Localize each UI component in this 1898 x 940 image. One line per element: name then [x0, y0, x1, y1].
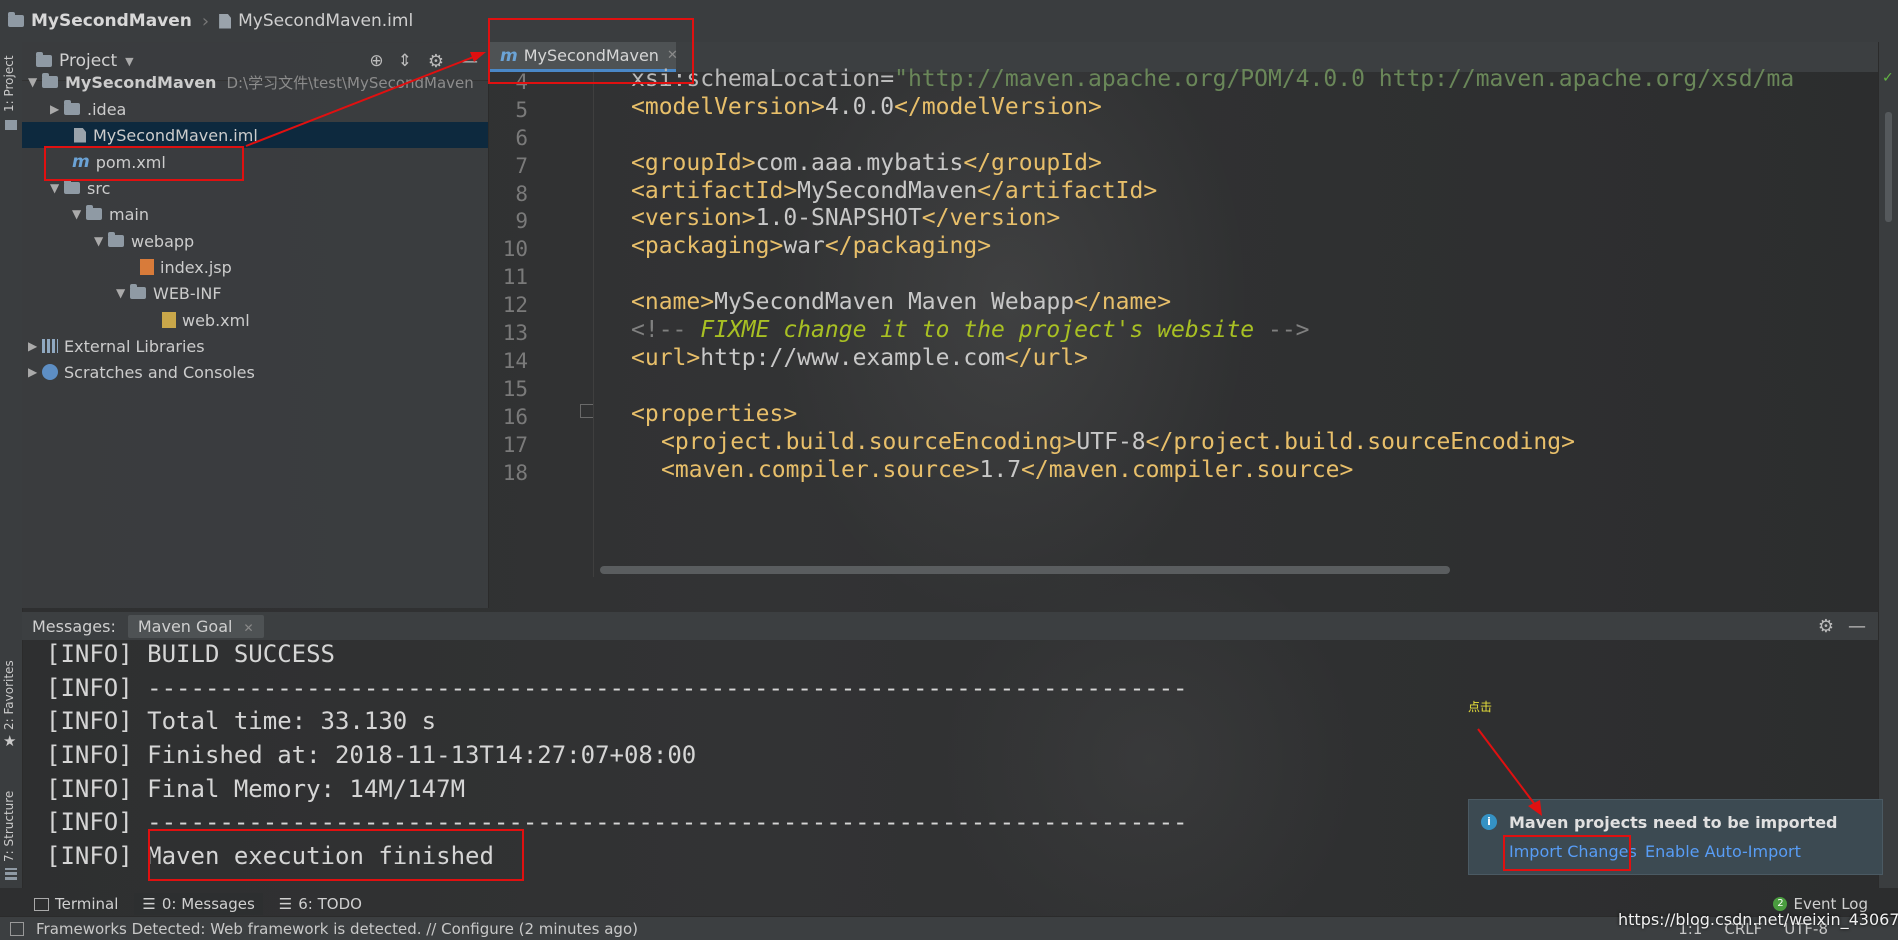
- ide-window: MySecondMaven › MySecondMaven.iml 1: Pro…: [0, 0, 1898, 940]
- arrow-head: [1528, 800, 1542, 816]
- arrow-head: [470, 52, 486, 62]
- annotation-arrows: [245, 52, 1542, 816]
- arrow-line-click-to-import: [1477, 728, 1537, 807]
- arrow-line-pom-to-tab: [245, 55, 477, 147]
